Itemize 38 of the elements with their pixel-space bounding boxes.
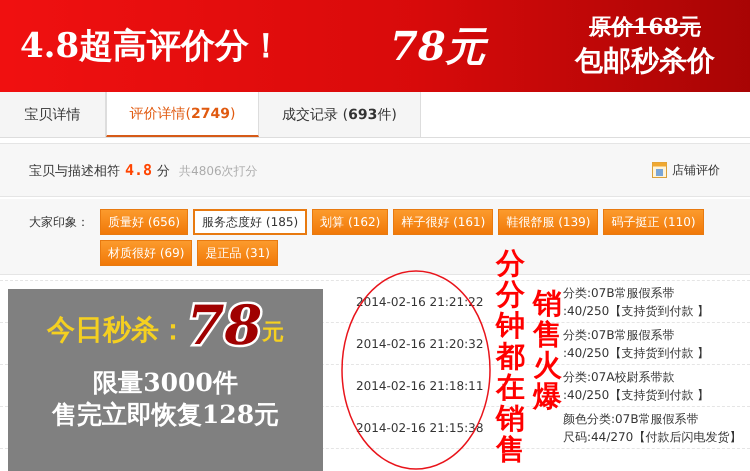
tab[interactable]: 宝贝详情 xyxy=(0,92,106,137)
record-time: 2014-02-16 21:20:32 xyxy=(356,336,484,350)
impressions-label: 大家印象： xyxy=(29,214,90,231)
tab[interactable]: 成交记录 (693件) xyxy=(259,92,421,137)
rating-label: 宝贝与描述相符 xyxy=(29,162,120,180)
shop-icon xyxy=(652,162,667,178)
restore-price-text: 售完立即恢复128元 xyxy=(52,399,280,431)
shop-rating-link[interactable]: 店铺评价 xyxy=(672,162,720,178)
banner-price: 78元 xyxy=(390,18,540,74)
banner-tagline: 包邮秒杀价 xyxy=(575,43,715,79)
sku-text: 尺码:44/270【付款后闪电发货】 xyxy=(563,428,742,446)
impression-tag[interactable]: 质量好 (656) xyxy=(100,209,188,235)
banner-headline: 4.8超高评价分！ xyxy=(20,25,284,68)
rating-score: 4.8 xyxy=(125,160,152,178)
sku-text: 分类:07B常服假系带 xyxy=(563,284,676,302)
tab[interactable]: 评价详情(2749) xyxy=(106,92,259,137)
sku-text: 颜色分类:07B常服假系带 xyxy=(563,410,700,428)
sku-text: :40/250【支持货到付款 】 xyxy=(563,302,710,320)
sku-text: :40/250【支持货到付款 】 xyxy=(563,386,710,404)
impression-tag[interactable]: 是正品 (31) xyxy=(197,240,278,266)
rating-count: 共4806次打分 xyxy=(179,162,258,180)
impression-tag[interactable]: 鞋很舒服 (139) xyxy=(498,209,598,235)
sku-text: 分类:07A校尉系带款 xyxy=(563,368,676,386)
slogan-text: 分分钟都在销售 xyxy=(496,248,525,466)
impression-tag[interactable]: 码子挺正 (110) xyxy=(603,209,704,235)
slogan-text: 销售火爆 xyxy=(533,288,562,412)
limit-text: 限量3000件 xyxy=(93,367,238,399)
flash-sale-title: 今日秒杀： xyxy=(46,312,187,348)
sku-text: 分类:07B常服假系带 xyxy=(563,326,676,344)
price-unit: 元 xyxy=(262,318,284,347)
impression-tag[interactable]: 材质很好 (69) xyxy=(100,240,192,266)
sku-text: :40/250【支持货到付款 】 xyxy=(563,344,710,362)
impression-tag[interactable]: 服务态度好 (185) xyxy=(193,209,308,235)
impression-tag[interactable]: 划算 (162) xyxy=(312,209,388,235)
impression-tag[interactable]: 样子很好 (161) xyxy=(393,209,494,235)
rating-unit: 分 xyxy=(157,162,170,180)
original-price: 原价168元 xyxy=(589,13,701,42)
flash-sale-price: 78 xyxy=(186,293,262,357)
